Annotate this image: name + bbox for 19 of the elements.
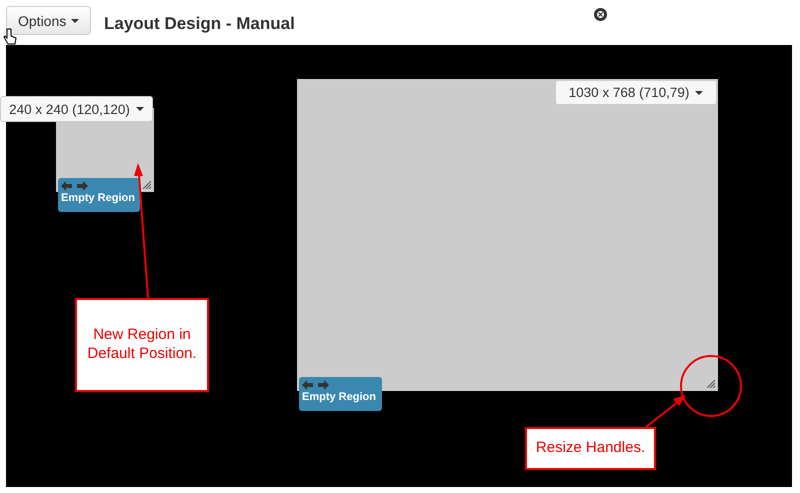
caret-icon bbox=[136, 107, 144, 111]
highlight-circle bbox=[680, 355, 742, 417]
caret-icon bbox=[695, 90, 704, 94]
options-button[interactable]: Options bbox=[6, 6, 92, 35]
resize-handle-icon[interactable] bbox=[707, 380, 715, 388]
size-dropdown[interactable]: 1030 x 768 (710,79) bbox=[555, 80, 717, 105]
size-dropdown[interactable]: 240 x 240 (120,120) bbox=[0, 96, 153, 122]
hand-cursor-icon bbox=[3, 28, 17, 46]
callout: New Region in Default Position. bbox=[75, 298, 209, 392]
page-title: Layout Design - Manual bbox=[104, 14, 295, 34]
callout: Resize Handles. bbox=[525, 427, 656, 470]
resize-handle-icon[interactable] bbox=[143, 181, 151, 189]
move-arrows-icon[interactable] bbox=[302, 380, 329, 390]
pointer-arrow bbox=[645, 395, 686, 428]
close-icon[interactable] bbox=[594, 8, 607, 21]
region-label: Empty Region bbox=[61, 192, 136, 204]
region-label: Empty Region bbox=[302, 391, 377, 403]
caret-icon bbox=[71, 18, 80, 22]
move-arrows-icon[interactable] bbox=[61, 181, 88, 191]
